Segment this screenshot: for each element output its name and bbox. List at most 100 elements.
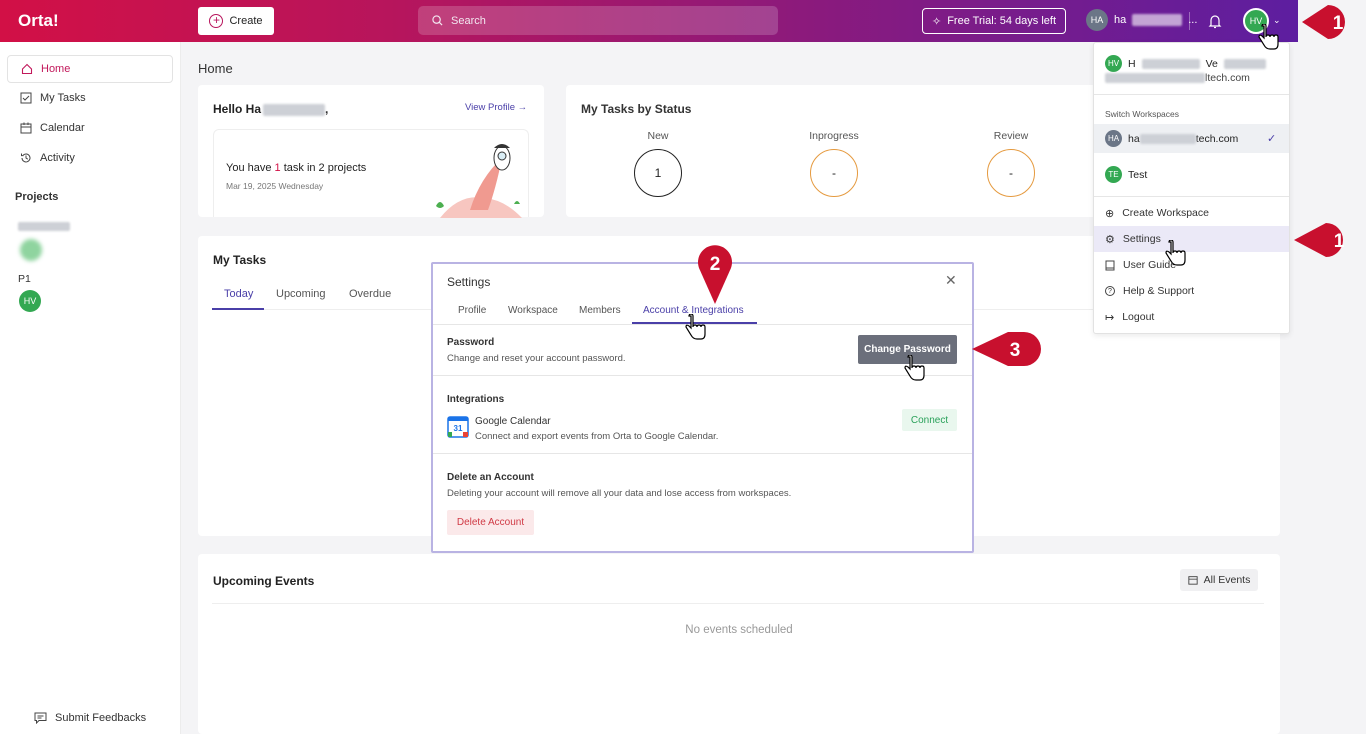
search-icon <box>432 15 443 26</box>
workspace-name: ha <box>1114 14 1127 26</box>
tab-workspace[interactable]: Workspace <box>508 305 558 316</box>
user-info: HV H Ve <box>1105 55 1266 72</box>
callout-marker-1-settings: 1 <box>1294 223 1345 257</box>
google-calendar-icon: 31 <box>447 416 469 438</box>
status-label-review: Review <box>993 130 1029 142</box>
search-placeholder: Search <box>451 14 486 27</box>
create-workspace-item[interactable]: ⊕ Create Workspace <box>1094 200 1289 226</box>
status-count-review[interactable]: - <box>987 149 1035 197</box>
help-support-item[interactable]: ? Help & Support <box>1094 278 1289 304</box>
sidebar-item-activity[interactable]: Activity <box>7 144 173 172</box>
connect-button[interactable]: Connect <box>902 409 957 431</box>
upcoming-events-card: Upcoming Events All Events No events sch… <box>198 554 1280 734</box>
sidebar: Home My Tasks Calendar Activity Projects… <box>0 42 181 734</box>
feedback-icon <box>34 712 47 724</box>
hand-cursor-icon <box>685 314 706 340</box>
redacted-text <box>1105 73 1205 84</box>
trial-label: Free Trial: 54 days left <box>947 15 1057 27</box>
top-bar: Orta! + Create Search ✧ Free Trial: 54 d… <box>0 0 1298 42</box>
integrations-title: Integrations <box>447 394 505 405</box>
hand-cursor-icon <box>1258 24 1279 50</box>
sidebar-item-home[interactable]: Home <box>7 55 173 83</box>
user-name-mid: Ve <box>1205 57 1218 70</box>
search-input[interactable]: Search <box>418 6 778 35</box>
tab-today[interactable]: Today <box>224 288 253 300</box>
app-logo[interactable]: Orta! <box>18 11 59 31</box>
redacted-text <box>18 222 70 231</box>
redacted-text <box>1132 14 1183 26</box>
sidebar-item-calendar[interactable]: Calendar <box>7 114 173 142</box>
divider <box>433 453 972 454</box>
sidebar-item-label: Home <box>41 63 71 75</box>
hand-cursor-icon <box>1165 240 1186 266</box>
logout-item[interactable]: ↦ Logout <box>1094 304 1289 330</box>
avatar <box>20 239 42 261</box>
settings-item[interactable]: ⚙ Settings <box>1094 226 1289 252</box>
workspace-avatar: HA <box>1086 9 1108 31</box>
callout-marker-3: 3 <box>972 332 1041 366</box>
divider <box>1094 196 1289 197</box>
tasks-by-status-card: My Tasks by Status New 1 Inprogress - Re… <box>566 85 1114 217</box>
projects-heading: Projects <box>15 191 59 203</box>
status-label-inprogress: Inprogress <box>809 130 859 142</box>
callout-number: 1 <box>1334 231 1345 252</box>
user-guide-item[interactable]: User Guide <box>1094 252 1289 278</box>
email-suffix: ltech.com <box>1205 72 1250 84</box>
delete-account-description: Deleting your account will remove all yo… <box>447 488 792 499</box>
sidebar-item-my-tasks[interactable]: My Tasks <box>7 84 173 112</box>
redacted-text <box>1223 58 1266 69</box>
project-redacted[interactable] <box>18 222 70 261</box>
feedback-label: Submit Feedbacks <box>55 712 147 724</box>
project-p1[interactable]: P1 <box>18 273 31 285</box>
create-button[interactable]: + Create <box>198 7 274 35</box>
free-trial-button[interactable]: ✧ Free Trial: 54 days left <box>922 8 1066 34</box>
menu-item-label: Logout <box>1122 311 1155 323</box>
tab-upcoming[interactable]: Upcoming <box>276 288 326 300</box>
rocket-illustration <box>436 144 522 218</box>
submit-feedback-button[interactable]: Submit Feedbacks <box>34 712 146 724</box>
active-tab-indicator <box>212 308 264 310</box>
history-icon <box>21 153 31 163</box>
greeting-name: Hello Ha <box>213 102 262 116</box>
delete-account-button[interactable]: Delete Account <box>447 510 534 535</box>
greeting: Hello Ha, <box>213 102 328 116</box>
my-tasks-title: My Tasks <box>213 253 267 267</box>
checkbox-icon <box>20 92 32 104</box>
delete-account-title: Delete an Account <box>447 472 534 483</box>
status-count-inprogress[interactable]: - <box>810 149 858 197</box>
workspace-item-current[interactable]: HA ha tech.com ✓ <box>1094 124 1289 153</box>
callout-marker-2: 2 <box>698 245 732 304</box>
logout-icon: ↦ <box>1105 311 1115 324</box>
password-title: Password <box>447 337 495 348</box>
workspace-name: Test <box>1128 168 1148 181</box>
status-count-new[interactable]: 1 <box>634 149 682 197</box>
workspace-switcher[interactable]: HA ha... <box>1086 9 1197 31</box>
view-profile-link[interactable]: View Profile → <box>465 102 527 113</box>
all-events-button[interactable]: All Events <box>1180 569 1258 591</box>
home-icon <box>21 63 33 75</box>
redacted-text <box>263 103 326 116</box>
hello-card: Hello Ha, View Profile → You have 1 task… <box>198 85 544 218</box>
divider <box>433 375 972 376</box>
redacted-text <box>1139 133 1196 144</box>
tab-overdue[interactable]: Overdue <box>349 288 391 300</box>
close-icon[interactable]: ✕ <box>945 272 957 289</box>
avatar: HV <box>19 290 41 312</box>
workspace-name-end: tech.com <box>1195 132 1239 145</box>
avatar: TE <box>1105 166 1122 183</box>
bell-icon[interactable] <box>1208 14 1222 29</box>
page-title: Home <box>198 61 233 76</box>
workspace-item-test[interactable]: TE Test <box>1094 160 1289 189</box>
task-text-end: task in 2 projects <box>280 162 367 174</box>
divider <box>212 603 1264 604</box>
greeting-end: , <box>325 102 329 116</box>
tab-members[interactable]: Members <box>579 305 621 316</box>
gear-icon: ⚙ <box>1105 233 1115 246</box>
menu-item-label: Create Workspace <box>1122 207 1209 219</box>
callout-number: 3 <box>1010 340 1021 361</box>
task-count-text: You have 1 task in 2 projects <box>226 162 366 174</box>
tab-profile[interactable]: Profile <box>458 305 486 316</box>
divider <box>1094 94 1289 95</box>
status-title: My Tasks by Status <box>581 102 692 116</box>
callout-number: 1 <box>1333 13 1344 34</box>
